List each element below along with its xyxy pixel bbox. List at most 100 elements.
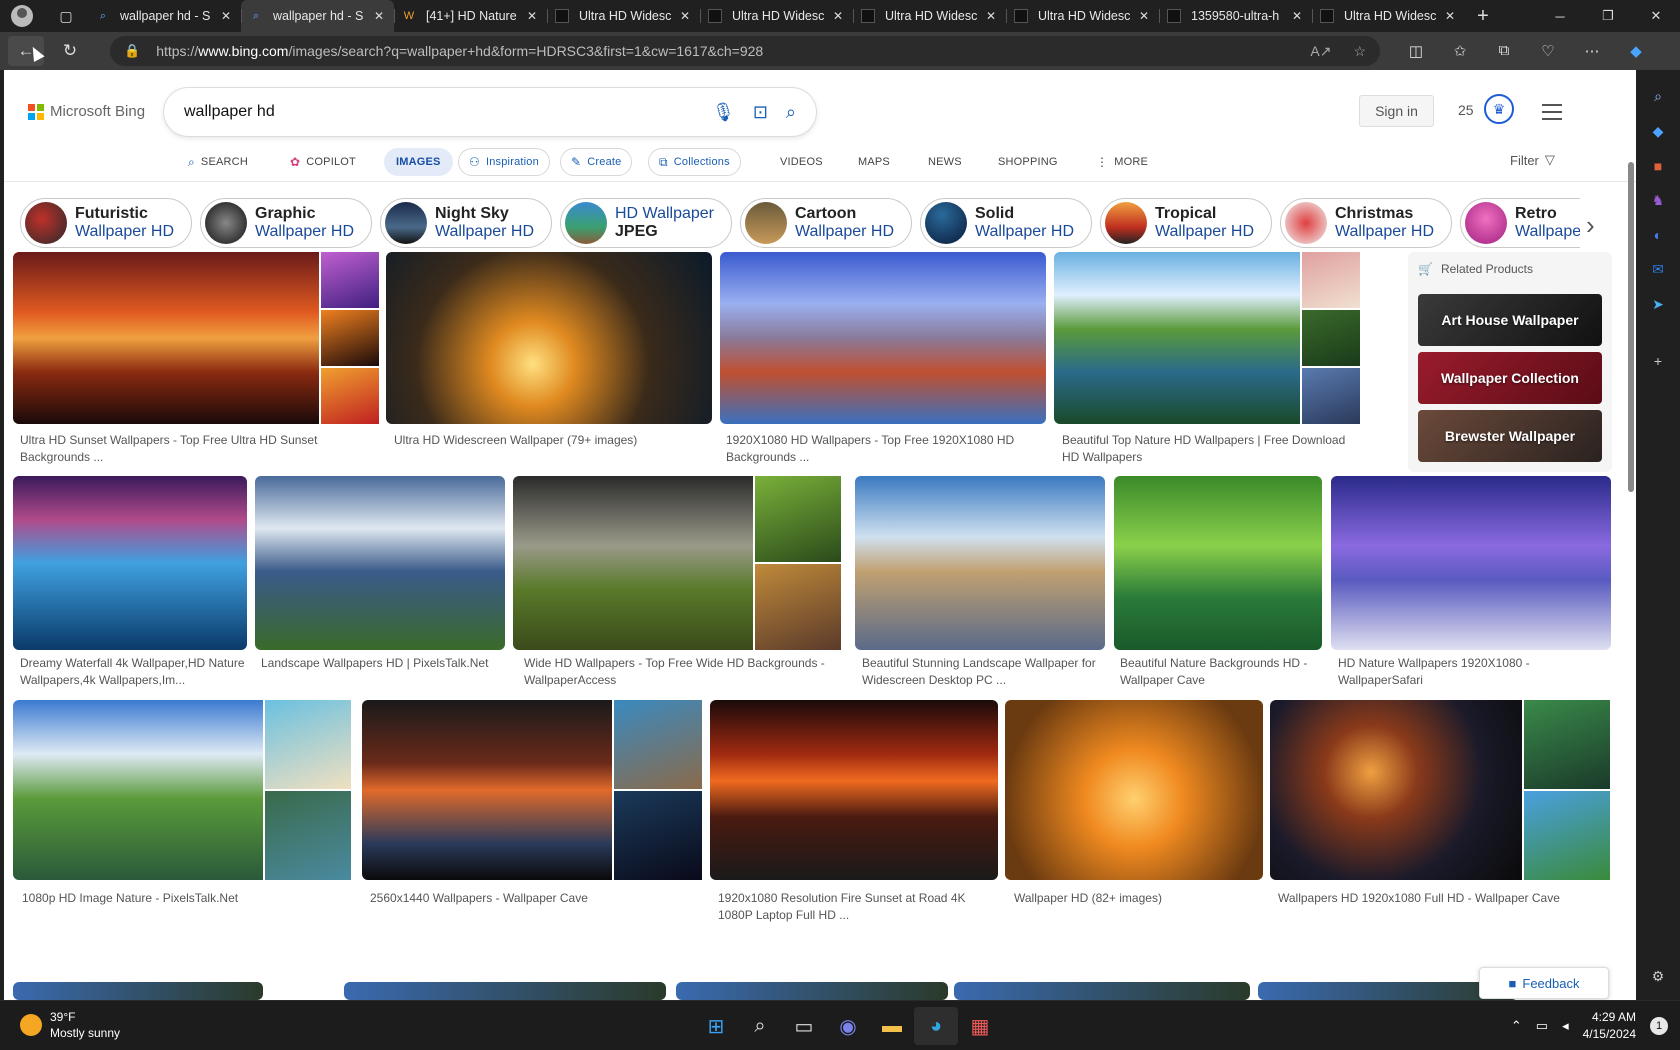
result-caption[interactable]: HD Nature Wallpapers 1920X1080 - Wallpap… xyxy=(1338,655,1610,689)
volume-icon[interactable]: ◂ xyxy=(1562,1018,1569,1034)
hamburger-menu-icon[interactable] xyxy=(1542,104,1562,125)
clock[interactable]: 4:29 AM 4/15/2024 xyxy=(1583,1009,1636,1043)
close-tab-icon[interactable]: ✕ xyxy=(984,9,998,23)
result-image[interactable] xyxy=(13,252,319,424)
result-image[interactable] xyxy=(1054,252,1300,424)
scope-copilot[interactable]: ✿ COPILOT xyxy=(290,150,356,174)
result-image[interactable] xyxy=(855,476,1105,650)
close-tab-icon[interactable]: ✕ xyxy=(678,9,692,23)
close-tab-icon[interactable]: ✕ xyxy=(1443,9,1457,23)
result-thumbnail[interactable] xyxy=(321,310,379,366)
result-image[interactable] xyxy=(13,476,247,650)
sidebar-games-icon[interactable]: ♞ xyxy=(1636,192,1680,209)
sidebar-settings-icon[interactable]: ⚙ xyxy=(1636,968,1680,985)
show-hidden-icons-icon[interactable]: ⌃ xyxy=(1511,1018,1522,1034)
browser-tab[interactable]: ■ Ultra HD Widesc ✕ xyxy=(853,0,1006,32)
close-tab-icon[interactable]: ✕ xyxy=(372,9,386,23)
split-screen-icon[interactable]: ◫ xyxy=(1394,42,1438,60)
rewards-icon[interactable]: ♛ xyxy=(1484,94,1514,124)
close-tab-icon[interactable]: ✕ xyxy=(1290,9,1304,23)
browser-tab[interactable]: ■ Ultra HD Widesc ✕ xyxy=(1312,0,1465,32)
scope-news[interactable]: NEWS xyxy=(928,150,962,174)
filter-button[interactable]: Filter ▽ xyxy=(1510,152,1555,168)
address-bar[interactable]: 🔒 https://www.bing.com/images/search?q=w… xyxy=(110,36,1380,66)
feedback-button[interactable]: ■ Feedback xyxy=(1479,967,1609,999)
result-thumbnail[interactable] xyxy=(755,476,841,562)
tab-actions-button[interactable]: ▢ xyxy=(44,0,88,32)
result-thumbnail[interactable] xyxy=(755,564,841,650)
favorite-star-icon[interactable]: ☆ xyxy=(1353,43,1366,60)
result-thumbnail[interactable] xyxy=(265,791,351,880)
result-thumbnail[interactable] xyxy=(1302,368,1360,424)
scope-more[interactable]: ⋮ MORE xyxy=(1096,150,1148,174)
refresh-button[interactable]: ↻ xyxy=(52,36,88,66)
related-search-chip[interactable]: Tropical Wallpaper HD xyxy=(1100,198,1272,248)
result-caption[interactable]: Wallpaper HD (82+ images) xyxy=(1014,890,1264,907)
weather-widget[interactable]: 39°F Mostly sunny xyxy=(20,1009,120,1041)
result-image[interactable] xyxy=(344,982,666,1000)
scope-shopping[interactable]: SHOPPING xyxy=(998,150,1058,174)
result-thumbnail[interactable] xyxy=(614,700,702,789)
result-thumbnail[interactable] xyxy=(265,700,351,789)
related-search-chip[interactable]: Futuristic Wallpaper HD xyxy=(20,198,192,248)
result-caption[interactable]: Ultra HD Sunset Wallpapers - Top Free Ul… xyxy=(20,432,378,466)
result-image[interactable] xyxy=(710,700,998,880)
result-image[interactable] xyxy=(1114,476,1322,650)
result-caption[interactable]: 2560x1440 Wallpapers - Wallpaper Cave xyxy=(370,890,702,907)
new-tab-button[interactable]: + xyxy=(1465,0,1501,32)
edge-browser-icon[interactable]: ◕ xyxy=(914,1007,958,1045)
browser-tab[interactable]: W [41+] HD Nature ✕ xyxy=(394,0,547,32)
related-search-chip[interactable]: Christmas Wallpaper HD xyxy=(1280,198,1452,248)
file-explorer-icon[interactable]: ▬ xyxy=(870,1007,914,1045)
microphone-icon[interactable]: 🎙 xyxy=(712,102,735,123)
close-tab-icon[interactable]: ✕ xyxy=(1137,9,1151,23)
result-image[interactable] xyxy=(1331,476,1611,650)
scope-search[interactable]: ⌕ SEARCH xyxy=(188,150,248,174)
taskbar-search-icon[interactable]: ⌕ xyxy=(738,1007,782,1045)
related-product-art-house[interactable]: Art House Wallpaper xyxy=(1418,294,1602,346)
result-thumbnail[interactable] xyxy=(321,368,379,424)
more-menu-icon[interactable]: ⋯ xyxy=(1570,42,1614,60)
related-search-chip[interactable]: Retro Wallpape xyxy=(1460,198,1580,248)
sidebar-outlook-icon[interactable]: ✉ xyxy=(1636,261,1680,278)
result-caption[interactable]: Wide HD Wallpapers - Top Free Wide HD Ba… xyxy=(524,655,844,689)
related-search-chip[interactable]: Cartoon Wallpaper HD xyxy=(740,198,912,248)
result-image[interactable] xyxy=(13,700,263,880)
sidebar-shopping-icon[interactable]: ◆ xyxy=(1636,123,1680,140)
result-caption[interactable]: 1920x1080 Resolution Fire Sunset at Road… xyxy=(718,890,998,924)
teams-chat-icon[interactable]: ◉ xyxy=(826,1007,870,1045)
network-icon[interactable]: ▭ xyxy=(1536,1018,1548,1034)
result-caption[interactable]: Dreamy Waterfall 4k Wallpaper,HD Nature … xyxy=(20,655,246,689)
result-image[interactable] xyxy=(720,252,1046,424)
inspiration-button[interactable]: ⚇ Inspiration xyxy=(458,148,550,176)
collections-icon[interactable]: ⧉ xyxy=(1482,42,1526,60)
browser-tab[interactable]: ⌕ wallpaper hd - S ✕ xyxy=(241,0,394,32)
browser-tab[interactable]: ■ Ultra HD Widesc ✕ xyxy=(547,0,700,32)
copilot-sidebar-icon[interactable]: ◆ xyxy=(1614,42,1658,60)
related-product-brewster[interactable]: Brewster Wallpaper xyxy=(1418,410,1602,462)
close-tab-icon[interactable]: ✕ xyxy=(219,9,233,23)
result-caption[interactable]: Wallpapers HD 1920x1080 Full HD - Wallpa… xyxy=(1278,890,1610,907)
notification-badge[interactable]: 1 xyxy=(1650,1017,1668,1035)
result-caption[interactable]: Beautiful Nature Backgrounds HD - Wallpa… xyxy=(1120,655,1320,689)
result-image[interactable] xyxy=(362,700,612,880)
result-thumbnail[interactable] xyxy=(1302,310,1360,366)
minimize-icon[interactable]: ─ xyxy=(1536,0,1584,32)
browser-essentials-icon[interactable]: ♡ xyxy=(1526,42,1570,60)
windows-start-icon[interactable]: ⊞ xyxy=(694,1007,738,1045)
read-aloud-icon[interactable]: A↗ xyxy=(1310,43,1331,60)
lock-icon[interactable]: 🔒 xyxy=(124,43,140,59)
search-icon[interactable]: ⌕ xyxy=(786,102,796,123)
url-text[interactable]: https://www.bing.com/images/search?q=wal… xyxy=(156,43,1288,59)
task-view-icon[interactable]: ▭ xyxy=(782,1007,826,1045)
visual-search-icon[interactable]: ⊡ xyxy=(753,102,768,123)
close-tab-icon[interactable]: ✕ xyxy=(831,9,845,23)
sidebar-search-icon[interactable]: ⌕ xyxy=(1636,88,1680,105)
favorites-icon[interactable]: ✩ xyxy=(1438,42,1482,60)
result-thumbnail[interactable] xyxy=(1302,252,1360,308)
result-caption[interactable]: Beautiful Stunning Landscape Wallpaper f… xyxy=(862,655,1104,689)
related-product-wallpaper-collection[interactable]: Wallpaper Collection xyxy=(1418,352,1602,404)
restore-icon[interactable]: ❐ xyxy=(1584,0,1632,32)
result-image[interactable] xyxy=(1005,700,1263,880)
result-image[interactable] xyxy=(954,982,1250,1000)
